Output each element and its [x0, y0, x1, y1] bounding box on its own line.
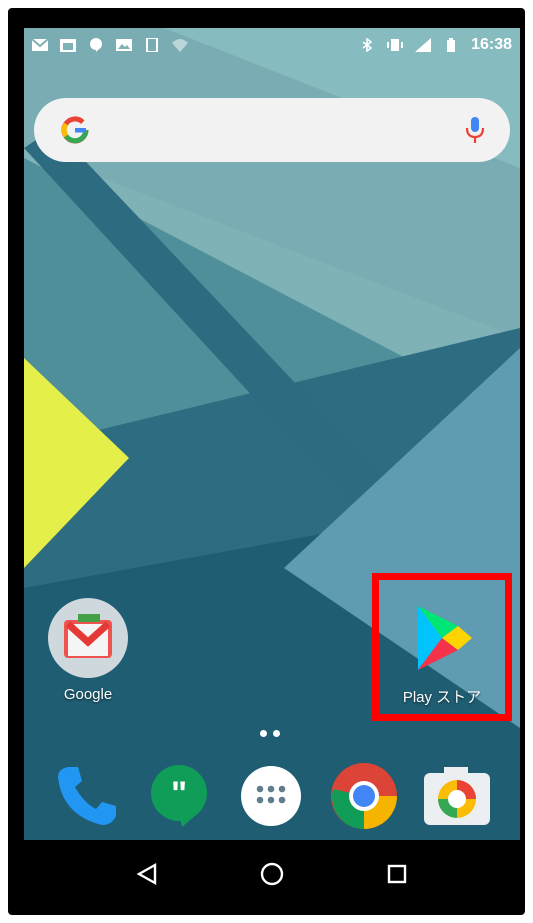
recents-button[interactable]: [377, 854, 417, 894]
google-folder-label: Google: [63, 686, 113, 703]
gmail-icon: [32, 38, 48, 51]
notification-icons: [32, 38, 188, 52]
hangouts-icon[interactable]: ": [146, 763, 212, 829]
chrome-icon[interactable]: [329, 761, 399, 831]
vibrate-icon: [387, 39, 404, 51]
back-button[interactable]: [127, 854, 167, 894]
battery-icon: [447, 38, 456, 52]
google-folder-icon: [48, 598, 128, 678]
camera-icon[interactable]: [422, 763, 492, 829]
hangouts-icon: [90, 38, 102, 52]
navigation-bar: [24, 840, 520, 908]
bluetooth-icon: [362, 38, 373, 52]
page-indicator: [260, 730, 280, 737]
google-folder[interactable]: Google: [46, 596, 130, 703]
dock: ": [24, 753, 520, 843]
status-bar: 16:38: [24, 28, 520, 62]
home-button[interactable]: [252, 854, 292, 894]
recents-icon: [388, 864, 407, 884]
highlight-box: [372, 573, 512, 721]
home-screen: 16:38 Google Play ストア ": [24, 28, 520, 908]
wifi-icon: [172, 39, 188, 52]
google-search-bar[interactable]: [34, 98, 510, 162]
calendar-icon: [60, 39, 76, 52]
signal-icon: [415, 38, 432, 52]
app-drawer-icon[interactable]: [238, 763, 304, 829]
back-icon: [136, 862, 156, 886]
screenshot-icon: [146, 38, 158, 52]
system-icons: 16:38: [359, 36, 512, 54]
mic-icon[interactable]: [464, 115, 486, 145]
home-icon: [260, 862, 284, 886]
phone-icon[interactable]: [54, 763, 120, 829]
clock: 16:38: [471, 36, 512, 53]
page-dot: [273, 730, 280, 737]
gallery-icon: [116, 39, 132, 51]
svg-text:": ": [171, 775, 187, 813]
google-g-icon: [61, 116, 89, 144]
page-dot: [260, 730, 267, 737]
